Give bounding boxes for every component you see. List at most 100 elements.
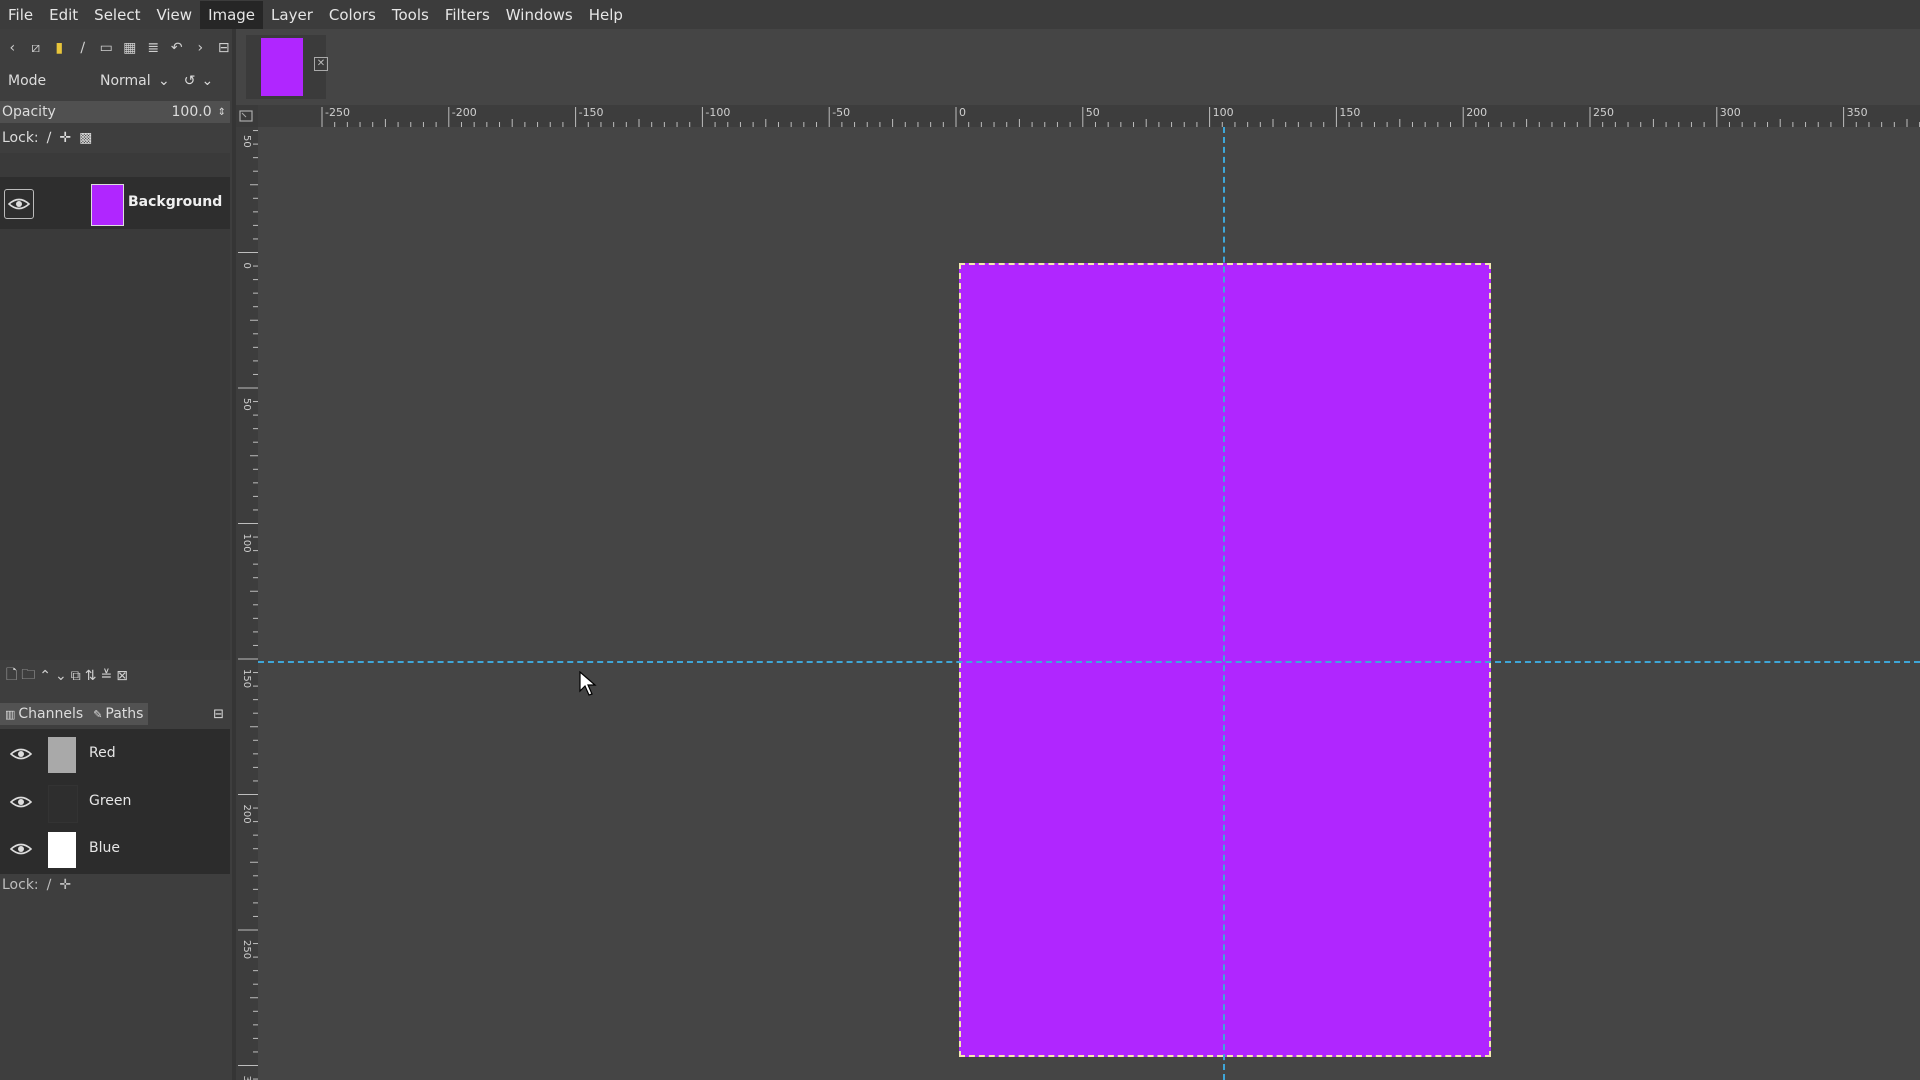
new-layer-icon[interactable]: 🗋: [6, 664, 17, 688]
ruler-label: -50: [832, 106, 850, 119]
eye-icon[interactable]: [4, 189, 34, 219]
mode-options-chevron-icon[interactable]: ⌄: [201, 73, 213, 89]
image-layer[interactable]: [959, 263, 1491, 1057]
raise-layer-icon[interactable]: ⌃: [39, 668, 51, 684]
layer-buttons-bar: 🗋 🗀 ⌃ ⌄ ⧉ ⇅ ≚ ⊠: [0, 662, 238, 690]
ruler-label: 50: [241, 135, 252, 148]
channel-thumbnail: [48, 785, 78, 823]
new-layer-group-icon[interactable]: 🗀: [21, 664, 35, 688]
eye-icon[interactable]: [7, 835, 35, 863]
chevron-down-icon[interactable]: ⌄: [158, 73, 170, 89]
lock-pixels-icon[interactable]: ∕: [47, 877, 52, 893]
tab-paths[interactable]: ✎ Paths: [88, 703, 149, 725]
vertical-guide[interactable]: [1223, 127, 1225, 1080]
ruler-label: -150: [579, 106, 604, 119]
dock-tab-bar: ‹ ⧄ ▮ ∕ ▭ ▦ ≣ ↶ › ⊟: [0, 33, 234, 63]
menu-layer[interactable]: Layer: [263, 1, 321, 29]
lock-position-icon[interactable]: ✛: [59, 877, 71, 893]
channels-icon: ▥: [5, 707, 16, 721]
anchor-layer-icon[interactable]: ⇅: [85, 668, 97, 684]
menu-colors[interactable]: Colors: [321, 1, 384, 29]
channel-thumbnail: [48, 832, 76, 868]
scroll-left-icon[interactable]: ‹: [2, 37, 23, 59]
image-tabs-bar: ✕: [236, 29, 1920, 105]
ruler-label: 250: [241, 940, 252, 959]
lock-alpha-icon[interactable]: ▩: [79, 130, 92, 146]
ruler-label: 150: [241, 669, 252, 688]
delete-layer-icon[interactable]: ⊠: [116, 668, 128, 684]
horizontal-guide[interactable]: [258, 661, 1920, 663]
close-icon[interactable]: ✕: [314, 57, 328, 71]
dock-menu-icon[interactable]: ⊟: [214, 37, 235, 59]
tab-channels[interactable]: ▥ Channels: [0, 703, 89, 725]
image-thumbnail[interactable]: [261, 38, 303, 96]
lower-layer-icon[interactable]: ⌄: [55, 668, 67, 684]
channel-row-blue[interactable]: Blue: [0, 826, 230, 872]
tab-channels-label: Channels: [18, 706, 84, 722]
patterns-icon[interactable]: ▭: [96, 37, 117, 59]
menu-select[interactable]: Select: [86, 1, 148, 29]
channel-name[interactable]: Blue: [89, 840, 120, 856]
ruler-label: 200: [1466, 106, 1487, 119]
lock-position-icon[interactable]: ✛: [59, 130, 71, 146]
menu-file[interactable]: File: [0, 1, 41, 29]
ruler-label: 250: [1593, 106, 1614, 119]
lock-label: Lock:: [2, 877, 39, 893]
mode-row: Mode Normal ⌄ ↺ ⌄: [0, 67, 232, 95]
eye-icon[interactable]: [7, 740, 35, 768]
opacity-value[interactable]: 100.0: [172, 104, 218, 120]
menu-view[interactable]: View: [148, 1, 200, 29]
brushes-icon[interactable]: ∕: [73, 37, 94, 59]
channels-paths-tabs: ▥ Channels ✎ Paths ⊟: [0, 701, 232, 727]
mode-select[interactable]: Normal: [100, 73, 160, 89]
scroll-right-icon[interactable]: ›: [190, 37, 211, 59]
eye-icon[interactable]: [7, 788, 35, 816]
spin-arrows-icon[interactable]: ⇕: [218, 107, 230, 118]
channel-thumbnail: [48, 737, 76, 773]
horizontal-ruler[interactable]: -250 -200 -150 -100 -50 0 50 100 150 200 250 300 350: [258, 105, 1920, 127]
image-canvas[interactable]: [258, 127, 1920, 1080]
layers-dock: ‹ ⧄ ▮ ∕ ▭ ▦ ≣ ↶ › ⊟ Mode Normal ⌄ ↺ ⌄ Op…: [0, 29, 232, 1080]
reset-mode-icon[interactable]: ↺: [184, 73, 196, 89]
channel-row-green[interactable]: Green: [0, 779, 230, 825]
channel-lock-row: Lock: ∕ ✛: [0, 872, 234, 898]
merge-layer-icon[interactable]: ≚: [100, 668, 112, 684]
lock-label: Lock:: [2, 130, 39, 146]
ruler-label: 200: [241, 805, 252, 824]
duplicate-layer-icon[interactable]: ⧉: [71, 668, 81, 684]
channel-name[interactable]: Red: [89, 745, 116, 761]
ruler-label: 100: [241, 534, 252, 553]
layer-thumbnail: [91, 184, 124, 226]
layer-name[interactable]: Background: [128, 194, 222, 210]
menubar: File Edit Select View Image Layer Colors…: [0, 0, 1920, 29]
layer-row-background[interactable]: Background: [0, 177, 230, 229]
tool-options-icon[interactable]: ⧄: [26, 37, 47, 59]
menu-edit[interactable]: Edit: [41, 1, 86, 29]
quick-mask-toggle[interactable]: [236, 105, 258, 127]
channels-list: Red Green Blue: [0, 729, 230, 874]
ruler-label: 50: [1086, 106, 1100, 119]
device-status-icon[interactable]: ▮: [49, 37, 70, 59]
ruler-label: 3: [241, 1076, 252, 1080]
layers-tab-icon[interactable]: ≣: [143, 37, 164, 59]
opacity-slider[interactable]: Opacity 100.0 ⇕: [0, 101, 230, 123]
dock-menu-icon[interactable]: ⊟: [213, 707, 224, 722]
fonts-icon[interactable]: ▦: [120, 37, 141, 59]
lock-pixels-icon[interactable]: ∕: [47, 130, 52, 146]
menu-help[interactable]: Help: [581, 1, 631, 29]
lock-row: Lock: ∕ ✛ ▩: [0, 125, 234, 151]
menu-image[interactable]: Image: [200, 0, 264, 29]
layers-list: Background: [0, 153, 230, 660]
channel-name[interactable]: Green: [89, 793, 131, 809]
undo-history-icon[interactable]: ↶: [167, 37, 188, 59]
channel-row-red[interactable]: Red: [0, 731, 230, 777]
menu-filters[interactable]: Filters: [437, 1, 498, 29]
menu-tools[interactable]: Tools: [384, 1, 437, 29]
image-tab[interactable]: ✕: [246, 35, 328, 99]
menu-windows[interactable]: Windows: [498, 1, 581, 29]
ruler-label: -250: [325, 106, 350, 119]
vertical-ruler[interactable]: 50 0 50 100 150 200 250 3: [236, 127, 258, 1080]
ruler-label: 100: [1213, 106, 1234, 119]
ruler-label: 0: [241, 263, 252, 269]
ruler-label: 150: [1339, 106, 1360, 119]
